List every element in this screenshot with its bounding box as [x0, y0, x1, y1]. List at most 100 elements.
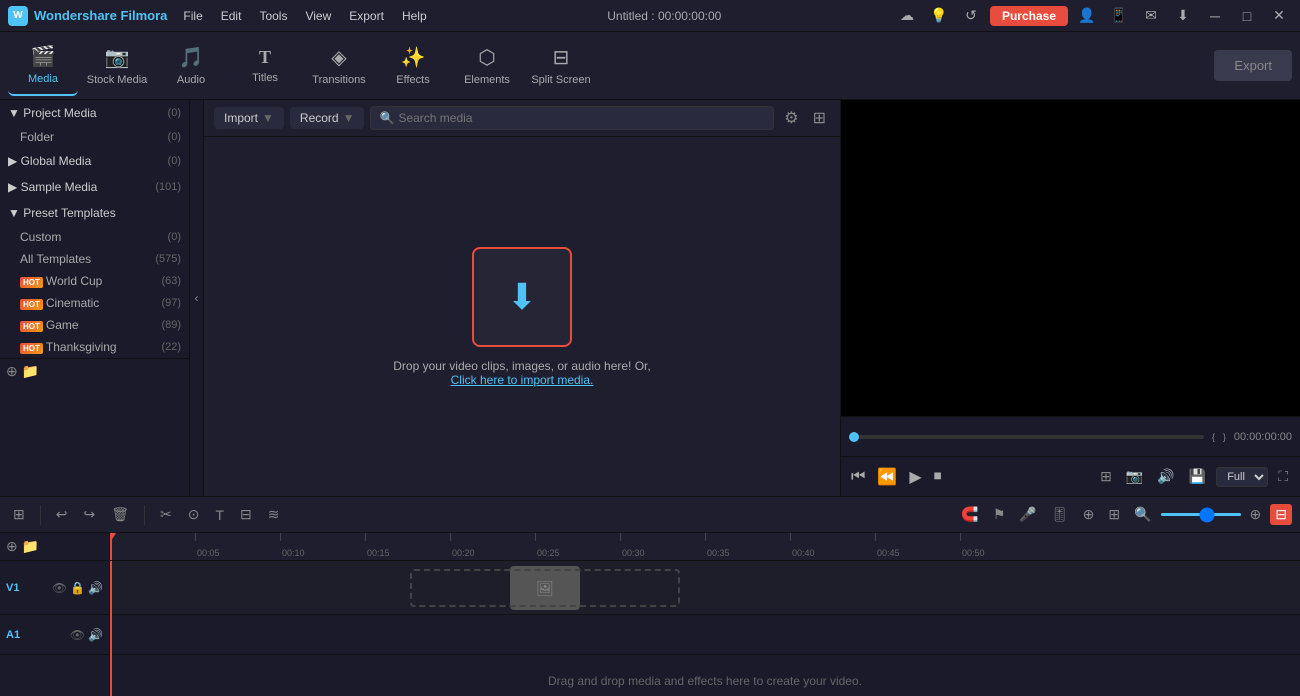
panel-item-custom[interactable]: Custom (0) [0, 226, 189, 248]
grid-view-button[interactable]: ⊞ [809, 106, 830, 130]
cut-button[interactable]: ✂ [155, 504, 177, 525]
app-logo: W Wondershare Filmora [8, 6, 167, 26]
split-button[interactable]: ⊟ [235, 504, 257, 525]
timeline-area: ⊞ ↩ ↪ 🗑 ✂ ⊙ T ⊟ ≋ 🧲 ⚑ 🎤 🎚 ⊕ ⊞ 🔍 ⊕ ⊟ ⊕ � [0, 496, 1300, 696]
quality-select[interactable]: Full 1/2 1/4 [1216, 467, 1268, 487]
record-button[interactable]: Record ▼ [290, 107, 365, 129]
zoom-slider[interactable] [1161, 513, 1241, 516]
toolbar-titles[interactable]: T Titles [230, 36, 300, 96]
audio-track[interactable] [110, 615, 1300, 655]
maximize-button[interactable]: □ [1234, 6, 1260, 26]
cloud-icon[interactable]: ☁ [894, 6, 920, 26]
panel-item-game[interactable]: HOTGame (89) [0, 314, 189, 336]
menu-tools[interactable]: Tools [251, 6, 295, 26]
fullscreen-button[interactable]: ⛶ [1274, 466, 1292, 487]
stop-button[interactable]: ⏹ [932, 466, 944, 488]
toolbar-audio[interactable]: 🎵 Audio [156, 36, 226, 96]
panel-item-cinematic[interactable]: HOTCinematic (97) [0, 292, 189, 314]
download-icon[interactable]: ⬇ [1170, 6, 1196, 26]
export-button[interactable]: Export [1214, 50, 1292, 81]
toolbar-transitions[interactable]: ◈ Transitions [304, 36, 374, 96]
section-global-media[interactable]: ▶ Global Media (0) [0, 148, 189, 174]
play-button[interactable]: ▶ [907, 465, 923, 489]
mail-icon[interactable]: ✉ [1138, 6, 1164, 26]
drop-box: ⬇ [472, 247, 572, 347]
filter-button[interactable]: ⚙ [780, 106, 802, 130]
zoom-in-button[interactable]: ⊕ [1245, 504, 1267, 525]
video-track[interactable]: 🖼 [110, 561, 1300, 615]
game-count: (89) [161, 319, 181, 331]
screenshot-button[interactable]: 📷 [1122, 466, 1147, 487]
panel-item-folder[interactable]: Folder (0) [0, 126, 189, 148]
toolbar-media[interactable]: 🎬 Media [8, 36, 78, 96]
section-preset-templates[interactable]: ▼ Preset Templates [0, 200, 189, 226]
skip-back-button[interactable]: ⏮ [849, 466, 867, 488]
video-track-number: V1 [6, 582, 19, 594]
panel-item-thanksgiving[interactable]: HOTThanksgiving (22) [0, 336, 189, 358]
frame-back-button[interactable]: ⏪ [875, 465, 899, 489]
menu-file[interactable]: File [175, 6, 210, 26]
snap-button[interactable]: ⊞ [8, 504, 30, 525]
audio-track-eye-button[interactable]: 👁 [70, 628, 85, 642]
text-button[interactable]: T [210, 505, 229, 525]
all-templates-label: All Templates [20, 252, 91, 266]
zoom-fit-button[interactable]: ⊟ [1270, 504, 1292, 525]
import-button[interactable]: Import ▼ [214, 107, 284, 129]
add-track-button[interactable]: ⊕ [6, 538, 18, 555]
ruler-tick-1: 00:05 [195, 533, 220, 560]
toolbar-elements[interactable]: ⬡ Elements [452, 36, 522, 96]
minimize-button[interactable]: ─ [1202, 6, 1228, 26]
timeline-main: 00:05 00:10 00:15 00:20 00:25 00:30 00:3… [110, 533, 1300, 696]
video-track-mute-button[interactable]: 🔊 [88, 581, 103, 595]
pip-button[interactable]: ⊞ [1103, 504, 1125, 525]
panel-item-all-templates[interactable]: All Templates (575) [0, 248, 189, 270]
menu-help[interactable]: Help [394, 6, 435, 26]
undo-button[interactable]: ↩ [51, 504, 73, 525]
panel-collapse-button[interactable]: ‹ [190, 100, 204, 496]
bulb-icon[interactable]: 💡 [926, 6, 952, 26]
audio-split-button[interactable]: ≋ [263, 504, 285, 525]
sync-icon[interactable]: ↺ [958, 6, 984, 26]
fit-screen-button[interactable]: ⊞ [1096, 466, 1116, 487]
delete-button[interactable]: 🗑 [106, 504, 134, 525]
video-drop-zone[interactable] [410, 569, 680, 607]
voiceover-button[interactable]: 🎤 [1014, 504, 1041, 525]
phone-icon[interactable]: 📱 [1106, 6, 1132, 26]
redo-button[interactable]: ↪ [78, 504, 100, 525]
transitions-icon: ◈ [331, 45, 346, 70]
menu-view[interactable]: View [297, 6, 339, 26]
section-sample-media[interactable]: ▶ Sample Media (101) [0, 174, 189, 200]
motion-track-button[interactable]: ⊕ [1078, 504, 1100, 525]
zoom-out-button[interactable]: 🔍 [1129, 504, 1156, 525]
new-project-button[interactable]: ⊕ [6, 363, 18, 380]
purchase-button[interactable]: Purchase [990, 6, 1068, 26]
section-project-media[interactable]: ▼ Project Media (0) [0, 100, 189, 126]
menu-edit[interactable]: Edit [213, 6, 250, 26]
import-link[interactable]: Click here to import media. [451, 373, 594, 387]
volume-button[interactable]: 🔊 [1153, 466, 1178, 487]
marker-button[interactable]: ⚑ [988, 504, 1011, 525]
folder-track-button[interactable]: 📁 [22, 538, 39, 555]
drop-area[interactable]: ⬇ Drop your video clips, images, or audi… [204, 137, 840, 496]
toolbar-stock-media[interactable]: 📷 Stock Media [82, 36, 152, 96]
menu-export[interactable]: Export [341, 6, 392, 26]
toolbar-audio-label: Audio [177, 74, 205, 86]
panel-item-world-cup[interactable]: HOTWorld Cup (63) [0, 270, 189, 292]
preview-timeline[interactable] [849, 435, 1204, 439]
search-box[interactable]: 🔍 [370, 106, 774, 130]
toolbar-effects[interactable]: ✨ Effects [378, 36, 448, 96]
mix-button[interactable]: 🎚 [1046, 504, 1074, 525]
close-button[interactable]: ✕ [1266, 6, 1292, 26]
video-track-eye-button[interactable]: 👁 [52, 581, 67, 595]
search-input[interactable] [398, 111, 765, 125]
new-folder-button[interactable]: 📁 [22, 363, 39, 380]
toolbar-effects-label: Effects [396, 74, 429, 86]
video-track-label: V1 👁 🔒 🔊 [0, 561, 109, 615]
copy-button[interactable]: ⊙ [183, 504, 205, 525]
account-icon[interactable]: 👤 [1074, 6, 1100, 26]
save-frame-button[interactable]: 💾 [1185, 466, 1210, 487]
magnet-icon[interactable]: 🧲 [956, 504, 983, 525]
audio-track-mute-button[interactable]: 🔊 [88, 628, 103, 642]
video-track-lock-button[interactable]: 🔒 [70, 581, 85, 595]
toolbar-split-screen[interactable]: ⊟ Split Screen [526, 36, 596, 96]
